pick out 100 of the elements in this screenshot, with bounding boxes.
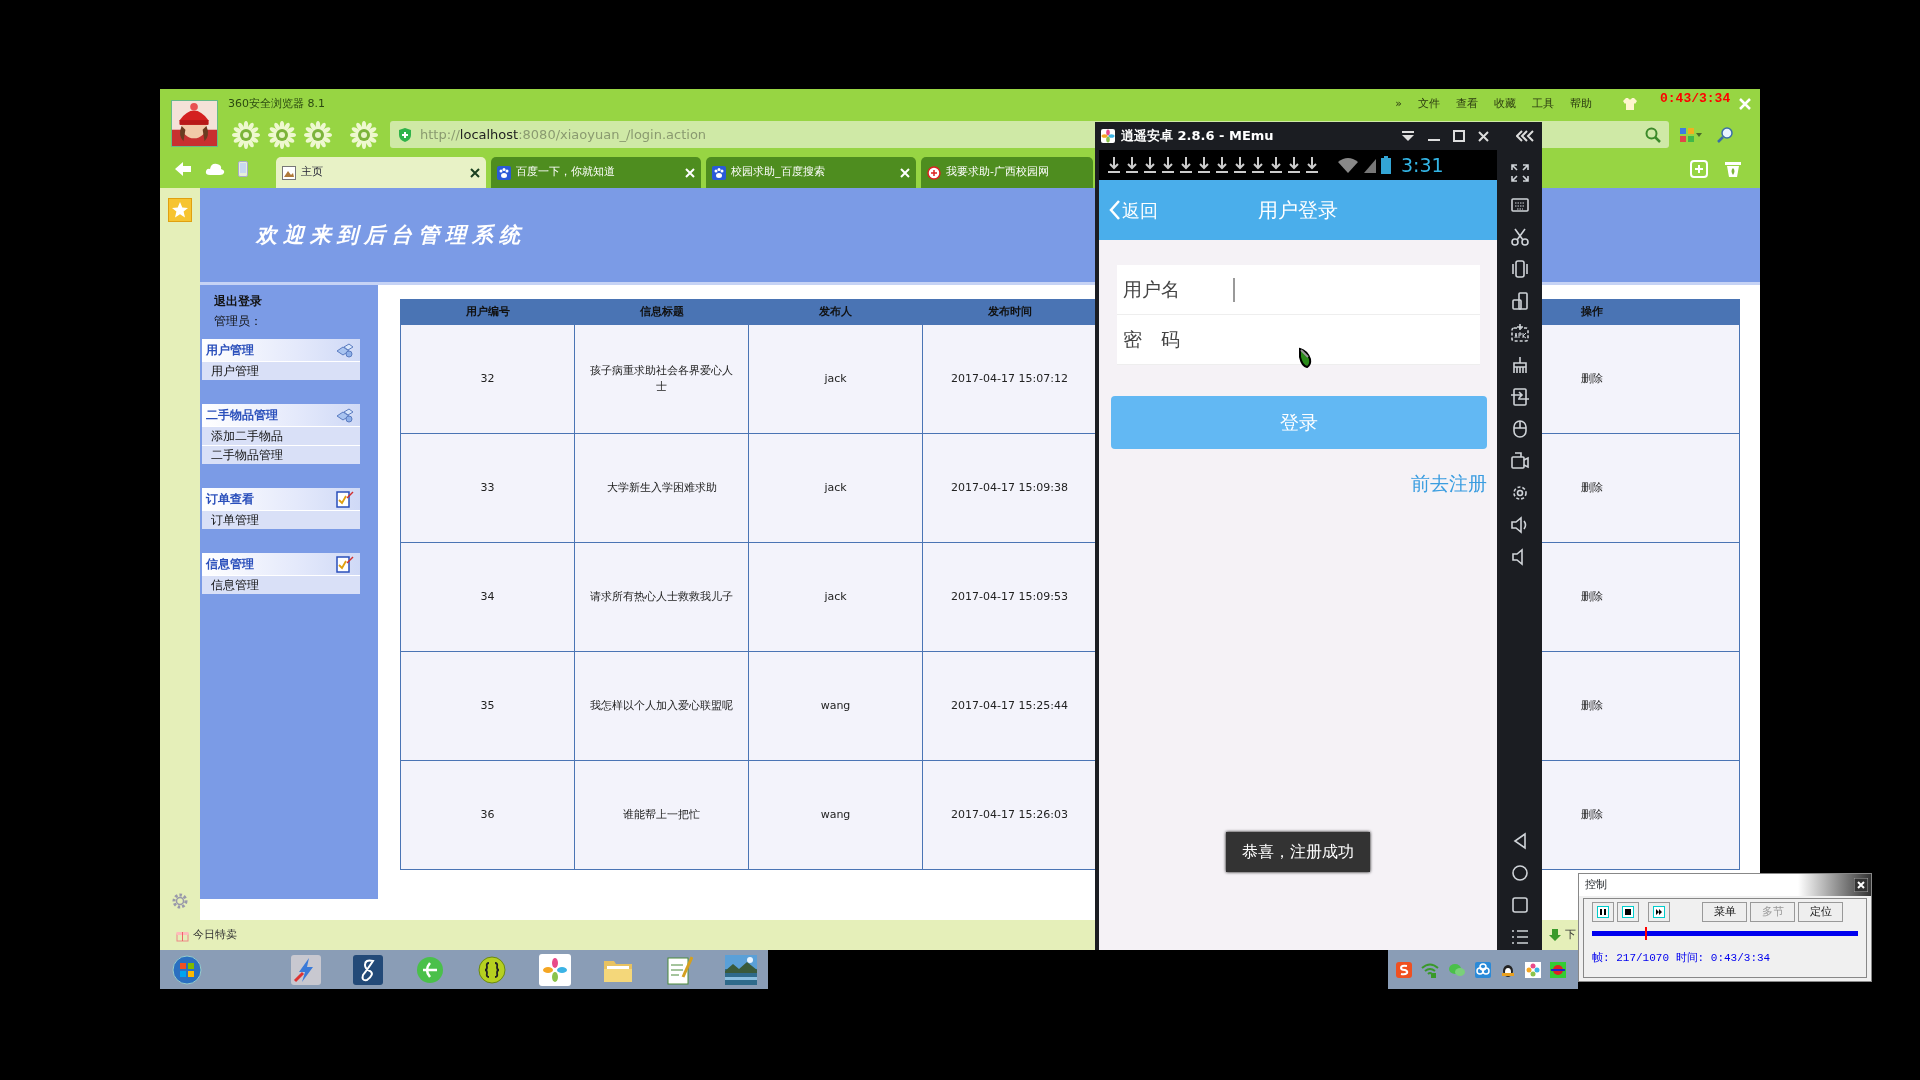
download-icon xyxy=(1179,156,1193,174)
stop-button[interactable] xyxy=(1617,902,1639,922)
table-cell-text: 2017-04-17 15:09:53 xyxy=(951,588,1068,605)
pinwheel-icon[interactable] xyxy=(539,953,571,986)
record-icon[interactable] xyxy=(1550,961,1566,978)
tiles-icon[interactable] xyxy=(1679,126,1695,143)
delete-link[interactable]: 删除 xyxy=(1580,480,1603,494)
globe-icon[interactable] xyxy=(415,954,445,985)
toolbar-button[interactable]: 菜单 xyxy=(1702,902,1747,922)
menu-item[interactable]: 信息管理 xyxy=(202,575,360,594)
transfer-icon[interactable] xyxy=(1509,387,1530,407)
toolbar-button[interactable]: 定位 xyxy=(1798,902,1843,922)
pause-button[interactable] xyxy=(1592,902,1614,922)
browser-tab[interactable]: 百度一下，你就知道 xyxy=(491,157,701,188)
download-icon xyxy=(1233,156,1247,174)
field-label: 用户名 xyxy=(1123,277,1181,303)
close-icon[interactable] xyxy=(1854,878,1868,892)
menu-item[interactable]: 查看 xyxy=(1456,95,1478,113)
zoom-icon[interactable] xyxy=(1717,126,1733,143)
braces-icon[interactable] xyxy=(477,954,507,985)
column-header: 发布人 xyxy=(819,303,852,320)
column-header: 用户编号 xyxy=(465,303,510,320)
recent-apps-icon[interactable] xyxy=(1509,895,1530,915)
delete-link[interactable]: 删除 xyxy=(1580,807,1603,821)
panel-title: 控制 xyxy=(1585,876,1607,893)
table-cell-text: 请求所有热心人士救救我儿子 xyxy=(590,588,733,605)
download-icon xyxy=(1287,156,1301,174)
page-icon xyxy=(282,165,296,180)
promo-link[interactable]: 今日特卖 xyxy=(193,926,237,944)
table-cell-text: 33 xyxy=(480,479,495,496)
table-cell-text: 孩子病重求助社会各界爱心人士 xyxy=(589,362,734,395)
chevron-icon xyxy=(1109,200,1120,220)
home-icon[interactable] xyxy=(1509,863,1530,883)
delete-link[interactable]: 删除 xyxy=(1580,589,1603,603)
column-header: 操作 xyxy=(1580,303,1603,320)
checklist-icon xyxy=(336,490,354,508)
screen-title: 用户登录 xyxy=(1258,197,1338,224)
menu-item[interactable]: » xyxy=(1395,95,1402,113)
caret-icon[interactable] xyxy=(1695,131,1703,138)
signal-icon xyxy=(1363,157,1377,173)
phone-icon[interactable] xyxy=(1509,259,1530,279)
progress-marker[interactable] xyxy=(1645,927,1647,940)
rotate-icon[interactable] xyxy=(1509,291,1530,311)
logout-link[interactable]: 退出登录 xyxy=(200,291,262,311)
paw-icon xyxy=(712,165,726,180)
search-icon[interactable] xyxy=(1645,126,1661,143)
camera-icon[interactable] xyxy=(1509,451,1530,471)
download-icon xyxy=(1107,156,1121,174)
download-icon xyxy=(1305,156,1319,174)
table-cell-text: 32 xyxy=(480,370,495,387)
table-cell-text: 我怎样以个人加入爱心联盟呢 xyxy=(590,697,733,714)
admin-label: 管理员： xyxy=(213,313,262,330)
collapse-icon[interactable] xyxy=(1516,130,1534,142)
download-icon xyxy=(1215,156,1229,174)
download-label[interactable]: 下 xyxy=(1565,926,1576,944)
menu-item[interactable]: 二手物品管理 xyxy=(202,445,360,464)
column-header: 信息标题 xyxy=(639,303,684,320)
browser-tab[interactable]: 我要求助-广西校园网 xyxy=(921,157,1093,188)
menu-item[interactable]: 收藏 xyxy=(1494,95,1516,113)
table-cell-text: jack xyxy=(824,370,847,387)
table-cell-text: jack xyxy=(824,479,847,496)
browser-tab[interactable]: 校园求助_百度搜索 xyxy=(706,157,916,188)
delete-link[interactable]: 删除 xyxy=(1580,698,1603,712)
trash-icon[interactable] xyxy=(1724,160,1742,178)
scissors-icon[interactable] xyxy=(1509,227,1530,247)
notepad-icon[interactable] xyxy=(665,954,693,985)
cursor-icon xyxy=(1297,347,1313,369)
table-cell-text: 34 xyxy=(480,588,495,605)
ime-icon[interactable] xyxy=(1396,961,1412,978)
column-header: 发布时间 xyxy=(987,303,1032,320)
download-icon[interactable] xyxy=(1549,928,1561,942)
menu-item[interactable]: 用户管理 xyxy=(202,361,360,380)
keyboard-icon[interactable] xyxy=(1509,195,1530,215)
url-text: http://localhost:8080/xiaoyuan_/login.action xyxy=(420,125,707,144)
frame-readout: 帧: 217/1070 时间: 0:43/3:34 xyxy=(1592,951,1771,966)
menu-item[interactable]: 工具 xyxy=(1532,95,1554,113)
maximize-icon[interactable] xyxy=(1453,130,1465,142)
apk-icon[interactable] xyxy=(1509,323,1530,343)
download-icon xyxy=(1197,156,1211,174)
menu-item[interactable]: 订单管理 xyxy=(202,510,360,529)
fast-forward-button[interactable] xyxy=(1648,902,1670,922)
delete-link[interactable]: 删除 xyxy=(1580,371,1603,385)
paw-icon xyxy=(497,165,511,180)
checklist-icon xyxy=(336,555,354,573)
start-icon[interactable] xyxy=(172,954,202,985)
dropdown-icon[interactable] xyxy=(1401,130,1415,142)
input-field[interactable]: 用户名 xyxy=(1117,265,1480,315)
pinwheel-icon[interactable] xyxy=(1525,961,1541,978)
close-icon[interactable] xyxy=(470,167,480,178)
menu-item[interactable]: 添加二手物品 xyxy=(202,426,360,445)
expand-icon[interactable] xyxy=(1509,163,1530,183)
browser-tab[interactable]: 主页 xyxy=(276,157,486,188)
script-eight-icon[interactable] xyxy=(353,954,383,985)
menu-item[interactable]: 文件 xyxy=(1418,95,1440,113)
cloud-icon[interactable] xyxy=(1475,961,1491,978)
lightning-icon[interactable] xyxy=(291,954,321,985)
menu-item[interactable]: 帮助 xyxy=(1570,95,1592,113)
table-cell-text: 2017-04-17 15:26:03 xyxy=(951,806,1068,823)
table-cell-text: 2017-04-17 15:25:44 xyxy=(951,697,1068,714)
list-icon[interactable] xyxy=(1509,927,1530,947)
